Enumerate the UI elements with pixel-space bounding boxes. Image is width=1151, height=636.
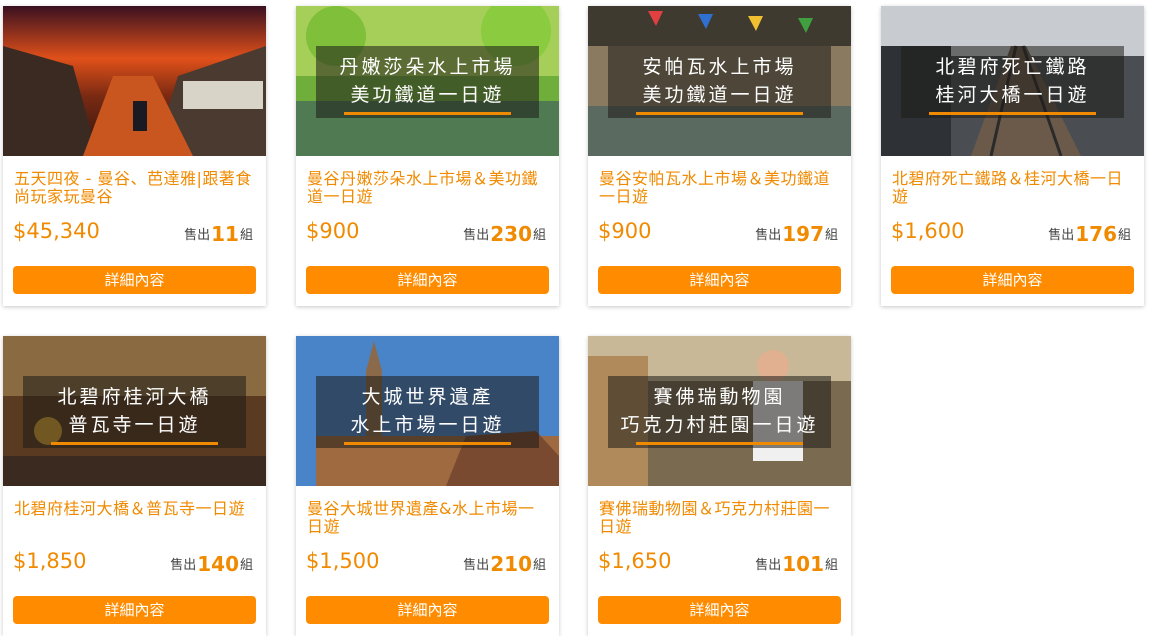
sold-count: 售出210組 bbox=[463, 552, 546, 576]
banner-line-1: 北碧府桂河大橋 bbox=[57, 386, 212, 408]
sold-prefix: 售出 bbox=[1048, 228, 1075, 243]
tour-price: $900 bbox=[306, 219, 360, 243]
tour-photo-image bbox=[3, 6, 266, 156]
tour-title[interactable]: 北碧府死亡鐵路＆桂河大橋一日遊 bbox=[892, 170, 1132, 206]
tour-photo-safari-world[interactable]: 賽佛瑞動物園 巧克力村莊園一日遊 bbox=[588, 336, 851, 486]
tour-card[interactable]: 五天四夜 - 曼谷、芭達雅|跟著食尚玩家玩曼谷 $45,340 售出11組 詳細… bbox=[3, 6, 266, 306]
tour-price: $1,600 bbox=[891, 219, 965, 243]
sold-count: 售出140組 bbox=[170, 552, 253, 576]
tour-photo-cave-temple[interactable]: 北碧府桂河大橋 普瓦寺一日遊 bbox=[3, 336, 266, 486]
sold-number: 197 bbox=[782, 222, 824, 246]
tour-photo-damnoen-market[interactable]: 丹嫩莎朵水上市場 美功鐵道一日遊 bbox=[296, 6, 559, 156]
sold-count: 售出230組 bbox=[463, 222, 546, 246]
tour-price: $45,340 bbox=[13, 219, 100, 243]
banner-line-2: 美功鐵道一日遊 bbox=[350, 84, 505, 106]
details-button[interactable]: 詳細內容 bbox=[891, 266, 1134, 294]
tour-card[interactable]: 賽佛瑞動物園 巧克力村莊園一日遊 賽佛瑞動物園＆巧克力村莊園一日遊 $1,650… bbox=[588, 336, 851, 636]
tour-title[interactable]: 曼谷安帕瓦水上市場＆美功鐵道一日遊 bbox=[599, 170, 839, 206]
banner-line-2: 美功鐵道一日遊 bbox=[642, 84, 797, 106]
banner-underline bbox=[636, 442, 803, 445]
photo-banner: 大城世界遺產 水上市場一日遊 bbox=[316, 376, 539, 448]
photo-banner: 北碧府死亡鐵路 桂河大橋一日遊 bbox=[901, 46, 1124, 118]
sold-number: 230 bbox=[490, 222, 532, 246]
photo-banner: 丹嫩莎朵水上市場 美功鐵道一日遊 bbox=[316, 46, 539, 118]
banner-line-1: 北碧府死亡鐵路 bbox=[935, 56, 1090, 78]
photo-banner: 北碧府桂河大橋 普瓦寺一日遊 bbox=[23, 376, 246, 448]
banner-line-1: 丹嫩莎朵水上市場 bbox=[339, 56, 516, 78]
tour-title[interactable]: 曼谷丹嫩莎朵水上市場＆美功鐵道一日遊 bbox=[307, 170, 547, 206]
tour-title[interactable]: 曼谷大城世界遺產&水上市場一日遊 bbox=[307, 500, 547, 536]
details-button[interactable]: 詳細內容 bbox=[598, 266, 841, 294]
sold-suffix: 組 bbox=[239, 558, 253, 573]
banner-line-1: 安帕瓦水上市場 bbox=[642, 56, 797, 78]
sold-number: 101 bbox=[782, 552, 824, 576]
sold-suffix: 組 bbox=[239, 228, 253, 243]
photo-banner: 安帕瓦水上市場 美功鐵道一日遊 bbox=[608, 46, 831, 118]
banner-line-2: 桂河大橋一日遊 bbox=[935, 84, 1090, 106]
sold-prefix: 售出 bbox=[170, 558, 197, 573]
sold-prefix: 售出 bbox=[755, 558, 782, 573]
tour-card[interactable]: 北碧府死亡鐵路 桂河大橋一日遊 北碧府死亡鐵路＆桂河大橋一日遊 $1,600 售… bbox=[881, 6, 1144, 306]
banner-underline bbox=[51, 442, 218, 445]
tour-photo-death-railway[interactable]: 北碧府死亡鐵路 桂河大橋一日遊 bbox=[881, 6, 1144, 156]
sold-prefix: 售出 bbox=[755, 228, 782, 243]
sold-prefix: 售出 bbox=[184, 228, 211, 243]
tour-price: $1,500 bbox=[306, 549, 380, 573]
tour-card[interactable]: 安帕瓦水上市場 美功鐵道一日遊 曼谷安帕瓦水上市場＆美功鐵道一日遊 $900 售… bbox=[588, 6, 851, 306]
sold-count: 售出197組 bbox=[755, 222, 838, 246]
banner-line-2: 巧克力村莊園一日遊 bbox=[620, 414, 819, 436]
banner-underline bbox=[636, 112, 803, 115]
tour-title[interactable]: 賽佛瑞動物園＆巧克力村莊園一日遊 bbox=[599, 500, 839, 536]
details-button[interactable]: 詳細內容 bbox=[306, 266, 549, 294]
sold-count: 售出11組 bbox=[184, 222, 253, 246]
banner-line-2: 水上市場一日遊 bbox=[350, 414, 505, 436]
sold-suffix: 組 bbox=[824, 228, 838, 243]
details-button[interactable]: 詳細內容 bbox=[13, 596, 256, 624]
banner-underline bbox=[344, 112, 511, 115]
tour-card[interactable]: 北碧府桂河大橋 普瓦寺一日遊 北碧府桂河大橋＆普瓦寺一日遊 $1,850 售出1… bbox=[3, 336, 266, 636]
sold-number: 176 bbox=[1075, 222, 1117, 246]
photo-banner: 賽佛瑞動物園 巧克力村莊園一日遊 bbox=[608, 376, 831, 448]
tour-card[interactable]: 大城世界遺產 水上市場一日遊 曼谷大城世界遺產&水上市場一日遊 $1,500 售… bbox=[296, 336, 559, 636]
tour-photo-amphawa-market[interactable]: 安帕瓦水上市場 美功鐵道一日遊 bbox=[588, 6, 851, 156]
sold-number: 11 bbox=[211, 222, 239, 246]
sold-suffix: 組 bbox=[532, 228, 546, 243]
sold-suffix: 組 bbox=[532, 558, 546, 573]
sold-count: 售出101組 bbox=[755, 552, 838, 576]
tour-photo-ayutthaya[interactable]: 大城世界遺產 水上市場一日遊 bbox=[296, 336, 559, 486]
sold-suffix: 組 bbox=[1117, 228, 1131, 243]
banner-line-1: 賽佛瑞動物園 bbox=[653, 386, 786, 408]
sold-count: 售出176組 bbox=[1048, 222, 1131, 246]
tour-photo-floating-market-sunset[interactable] bbox=[3, 6, 266, 156]
banner-underline bbox=[344, 442, 511, 445]
tour-price: $1,850 bbox=[13, 549, 87, 573]
tour-title[interactable]: 北碧府桂河大橋＆普瓦寺一日遊 bbox=[14, 500, 254, 518]
banner-underline bbox=[929, 112, 1096, 115]
tour-card[interactable]: 丹嫩莎朵水上市場 美功鐵道一日遊 曼谷丹嫩莎朵水上市場＆美功鐵道一日遊 $900… bbox=[296, 6, 559, 306]
details-button[interactable]: 詳細內容 bbox=[306, 596, 549, 624]
banner-line-1: 大城世界遺產 bbox=[361, 386, 494, 408]
sold-prefix: 售出 bbox=[463, 558, 490, 573]
details-button[interactable]: 詳細內容 bbox=[598, 596, 841, 624]
banner-line-2: 普瓦寺一日遊 bbox=[68, 414, 201, 436]
tour-title[interactable]: 五天四夜 - 曼谷、芭達雅|跟著食尚玩家玩曼谷 bbox=[14, 170, 254, 206]
tour-price: $900 bbox=[598, 219, 652, 243]
sold-number: 140 bbox=[197, 552, 239, 576]
details-button[interactable]: 詳細內容 bbox=[13, 266, 256, 294]
sold-prefix: 售出 bbox=[463, 228, 490, 243]
tour-price: $1,650 bbox=[598, 549, 672, 573]
sold-number: 210 bbox=[490, 552, 532, 576]
sold-suffix: 組 bbox=[824, 558, 838, 573]
